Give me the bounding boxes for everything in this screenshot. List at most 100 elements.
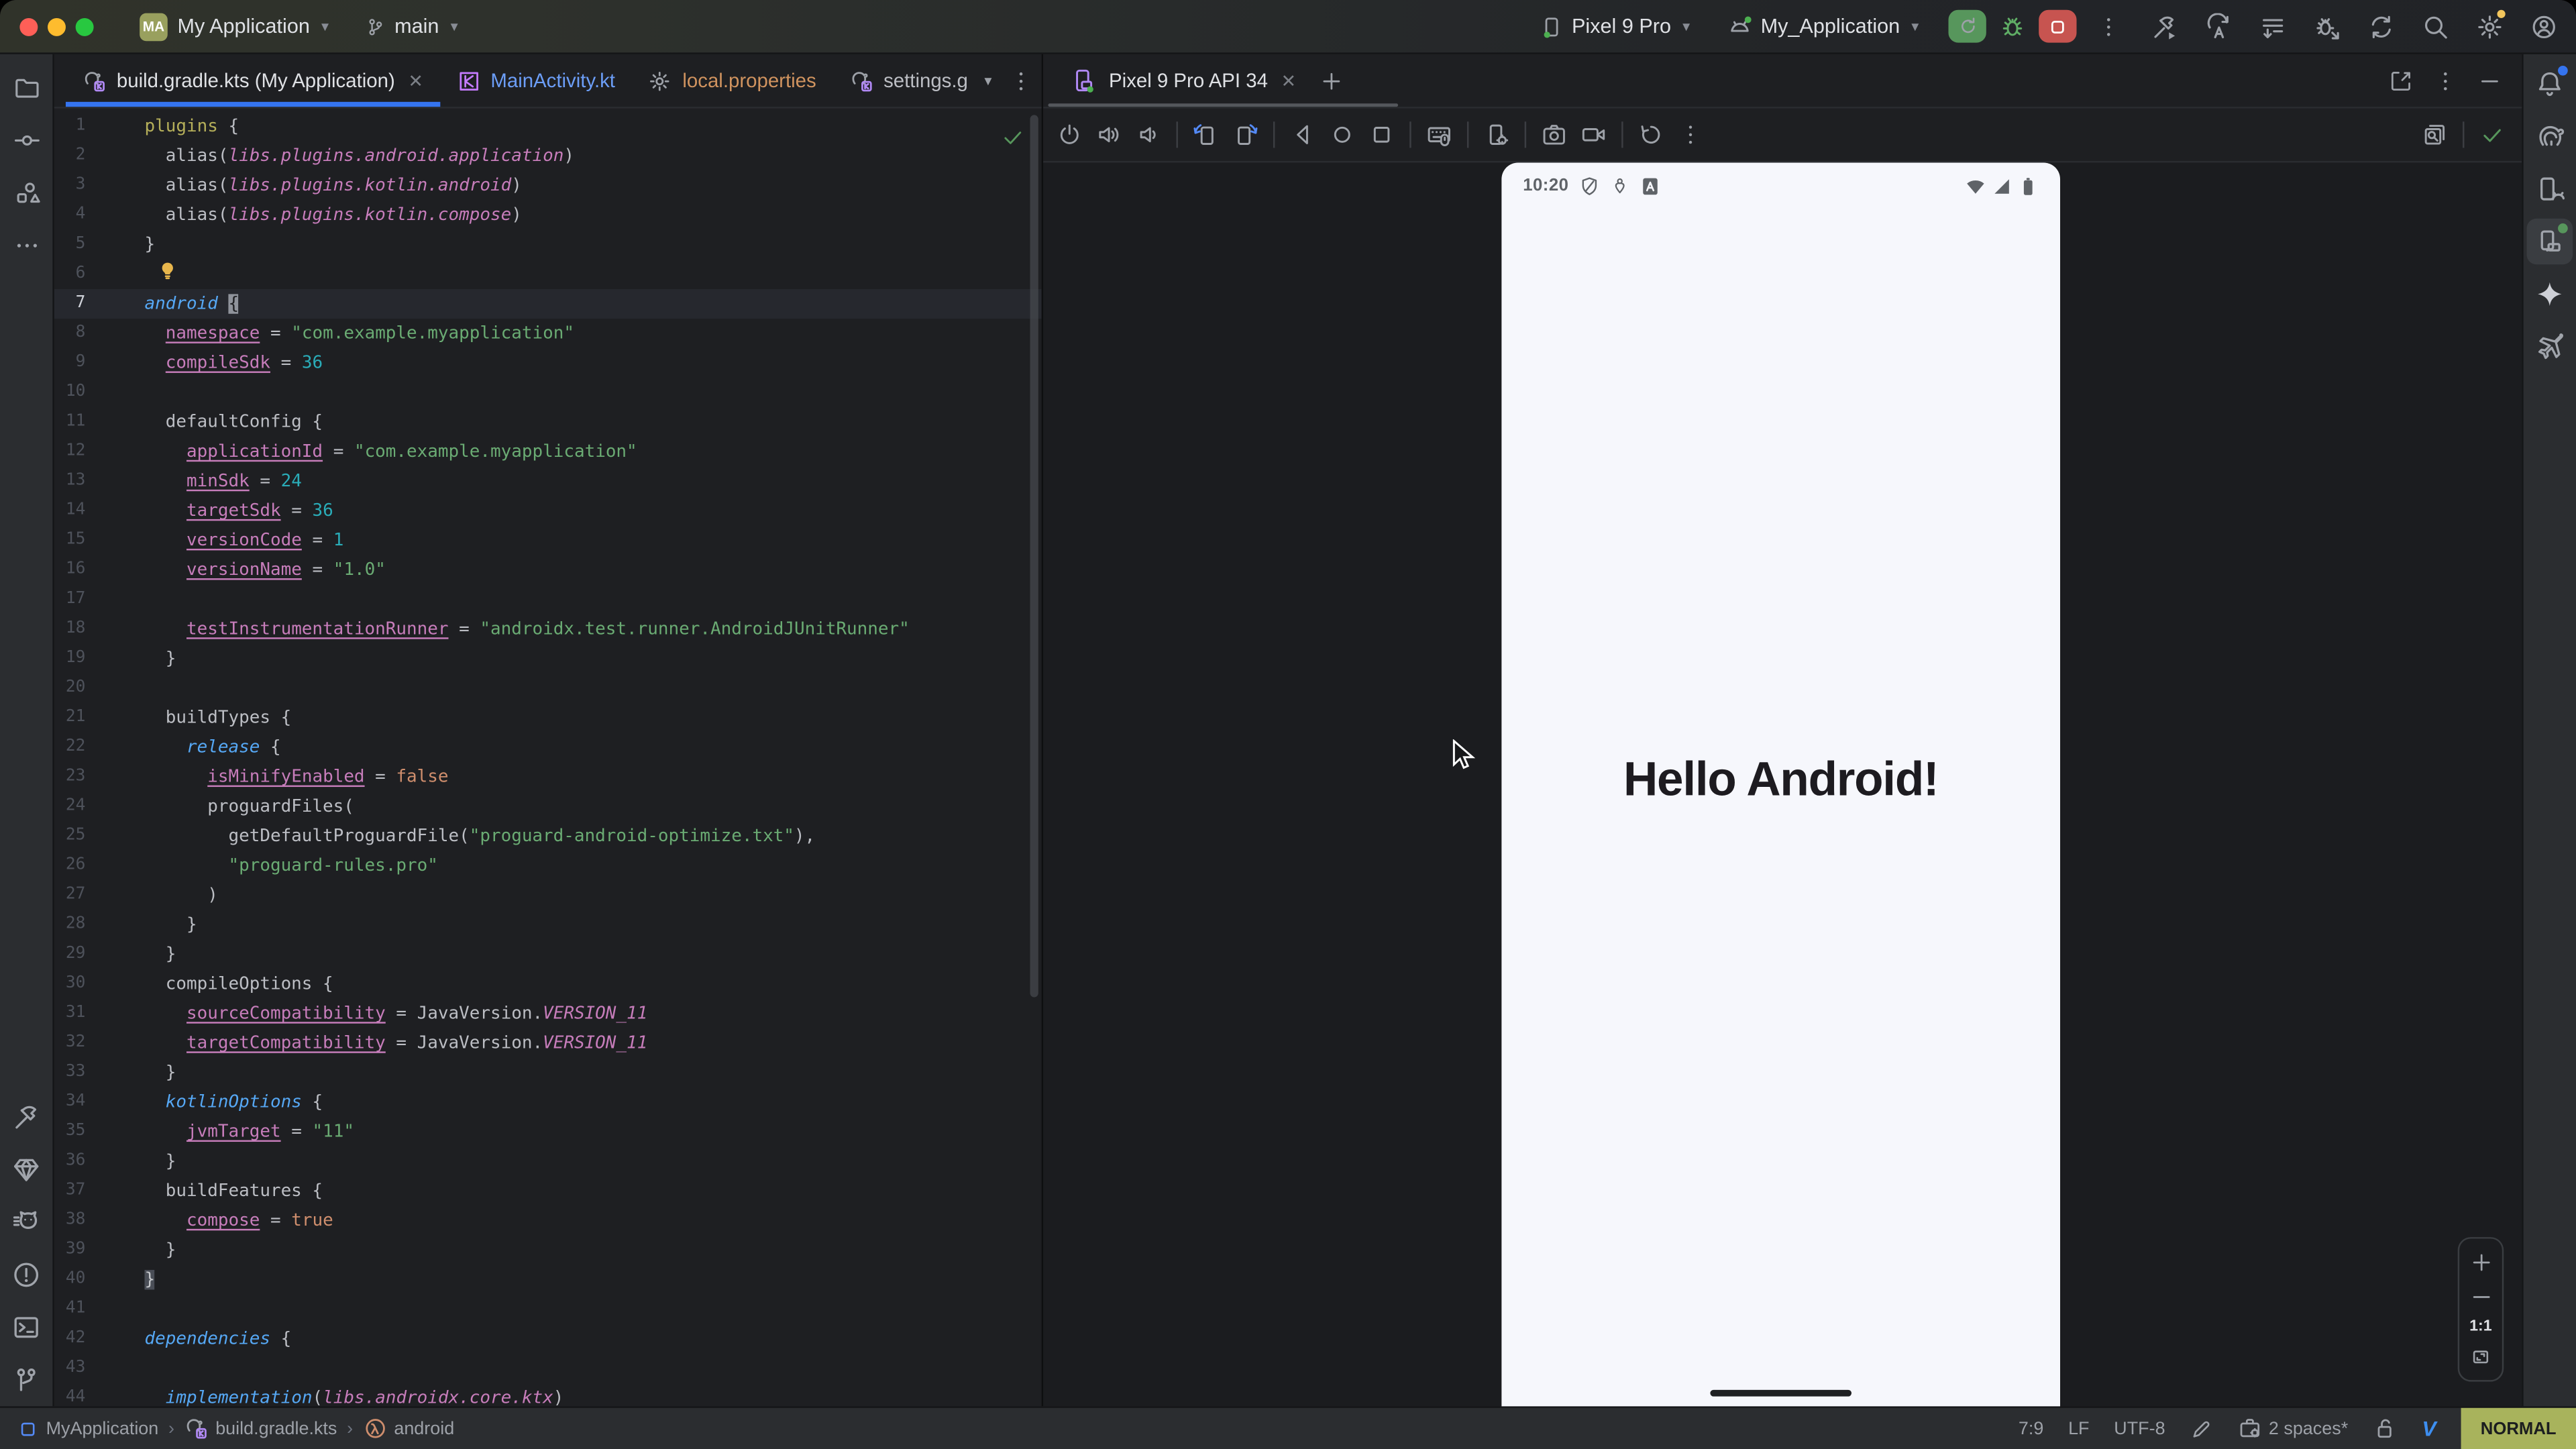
- open-in-window-icon[interactable]: [2389, 68, 2414, 93]
- rotate-right-button[interactable]: [1229, 118, 1262, 151]
- editor-tab-build-gradle-kts-my-application-[interactable]: build.gradle.kts (My Application)✕: [66, 54, 439, 107]
- zoom-out-button[interactable]: [2469, 1284, 2493, 1309]
- code-line-2[interactable]: 2 alias(libs.plugins.android.application…: [54, 142, 1042, 171]
- device-settings-button[interactable]: [1481, 118, 1513, 151]
- volume-up-button[interactable]: [1093, 118, 1126, 151]
- code-line-19[interactable]: 19 }: [54, 644, 1042, 674]
- code-line-10[interactable]: 10: [54, 378, 1042, 407]
- code-line-39[interactable]: 39 }: [54, 1236, 1042, 1265]
- more-tool-button[interactable]: [3, 222, 50, 268]
- apply-code-changes-button[interactable]: [2255, 10, 2288, 43]
- ideavim-icon[interactable]: V: [2422, 1416, 2436, 1441]
- project-folder-tool-button[interactable]: [3, 64, 50, 111]
- more-run-options-button[interactable]: [2096, 14, 2121, 39]
- code-line-42[interactable]: 42dependencies {: [54, 1324, 1042, 1354]
- settings-gear-button[interactable]: [2473, 10, 2506, 43]
- gesture-nav-pill[interactable]: [1710, 1390, 1851, 1397]
- breadcrumb-item[interactable]: android: [363, 1416, 454, 1441]
- tab-options-kebab-icon[interactable]: [1008, 68, 1033, 93]
- code-line-31[interactable]: 31 sourceCompatibility = JavaVersion.VER…: [54, 999, 1042, 1028]
- logcat-tool-button[interactable]: [3, 1199, 50, 1246]
- code-line-36[interactable]: 36 }: [54, 1146, 1042, 1176]
- indent-widget[interactable]: 2 spaces*: [2237, 1416, 2348, 1441]
- encoding-widget[interactable]: UTF-8: [2114, 1419, 2165, 1438]
- build-hammer-button[interactable]: [2147, 10, 2180, 43]
- code-line-34[interactable]: 34 kotlinOptions {: [54, 1087, 1042, 1117]
- code-line-11[interactable]: 11 defaultConfig {: [54, 407, 1042, 437]
- running-devices-tool-button[interactable]: [2527, 219, 2573, 265]
- code-line-28[interactable]: 28 }: [54, 910, 1042, 940]
- back-button[interactable]: [1287, 118, 1320, 151]
- line-separator-widget[interactable]: LF: [2068, 1419, 2089, 1438]
- sync-arrows-button[interactable]: [2364, 10, 2397, 43]
- macos-close-button[interactable]: [19, 17, 38, 36]
- code-line-23[interactable]: 23 isMinifyEnabled = false: [54, 762, 1042, 792]
- attach-debugger-button[interactable]: [2310, 10, 2343, 43]
- screen-record-button[interactable]: [1577, 118, 1610, 151]
- macos-zoom-button[interactable]: [76, 17, 94, 36]
- gemini-sparkle-tool-button[interactable]: [2527, 271, 2573, 317]
- code-line-24[interactable]: 24 proguardFiles(: [54, 792, 1042, 821]
- editor-scrollbar[interactable]: [1030, 115, 1038, 997]
- editor-tab-local-properties[interactable]: local.properties: [631, 54, 833, 107]
- code-line-35[interactable]: 35 jvmTarget = "11": [54, 1117, 1042, 1146]
- device-tab-label[interactable]: Pixel 9 Pro API 34: [1109, 69, 1268, 92]
- overview-button[interactable]: [1365, 118, 1398, 151]
- code-line-30[interactable]: 30 compileOptions {: [54, 969, 1042, 999]
- close-icon[interactable]: ✕: [1281, 70, 1297, 91]
- editor-tab-settings-g[interactable]: settings.g: [833, 54, 984, 107]
- add-device-tab-button[interactable]: [1319, 68, 1344, 93]
- code-line-21[interactable]: 21 buildTypes {: [54, 703, 1042, 733]
- version-control-tool-button[interactable]: [3, 1357, 50, 1403]
- code-line-6[interactable]: 6: [54, 260, 1042, 289]
- hide-panel-icon[interactable]: [2477, 68, 2502, 93]
- code-line-27[interactable]: 27 ): [54, 881, 1042, 910]
- code-line-16[interactable]: 16 versionName = "1.0": [54, 555, 1042, 585]
- macos-minimize-button[interactable]: [48, 17, 66, 36]
- code-line-40[interactable]: 40}: [54, 1265, 1042, 1295]
- zoom-actual-size-button[interactable]: 1:1: [2469, 1318, 2492, 1336]
- debug-button[interactable]: [1999, 13, 2025, 40]
- code-line-1[interactable]: 1plugins {: [54, 112, 1042, 142]
- resource-manager-tool-button[interactable]: [3, 169, 50, 215]
- run-configuration-selector[interactable]: My_Application ▾: [1726, 13, 1922, 40]
- emulator-screen[interactable]: 10:20 Hello Android!: [1501, 162, 2060, 1406]
- home-button[interactable]: [1326, 118, 1358, 151]
- caret-position-widget[interactable]: 7:9: [2019, 1419, 2043, 1438]
- breadcrumb-item[interactable]: build.gradle.kts: [184, 1416, 337, 1441]
- code-line-12[interactable]: 12 applicationId = "com.example.myapplic…: [54, 437, 1042, 466]
- code-line-20[interactable]: 20: [54, 674, 1042, 703]
- power-button[interactable]: [1053, 118, 1086, 151]
- code-line-41[interactable]: 41: [54, 1295, 1042, 1324]
- keyboard-input-button[interactable]: [1423, 118, 1456, 151]
- screen-search-button[interactable]: [2418, 118, 2451, 151]
- tab-scrollbar[interactable]: [1048, 103, 1398, 107]
- notifications-bell-tool-button[interactable]: [2527, 61, 2573, 107]
- screenshot-button[interactable]: [1538, 118, 1570, 151]
- intention-bulb-icon[interactable]: [156, 260, 179, 282]
- airplane-tool-button[interactable]: [2527, 323, 2573, 370]
- code-line-29[interactable]: 29 }: [54, 940, 1042, 969]
- search-everywhere-button[interactable]: [2418, 10, 2451, 43]
- highlighting-pen-icon[interactable]: [2190, 1417, 2212, 1440]
- code-line-9[interactable]: 9 compileSdk = 36: [54, 348, 1042, 378]
- code-line-5[interactable]: 5}: [54, 230, 1042, 260]
- code-line-22[interactable]: 22 release {: [54, 733, 1042, 762]
- zoom-in-button[interactable]: [2469, 1250, 2493, 1275]
- code-line-18[interactable]: 18 testInstrumentationRunner = "androidx…: [54, 614, 1042, 644]
- code-line-3[interactable]: 3 alias(libs.plugins.kotlin.android): [54, 171, 1042, 201]
- vcs-branch-selector[interactable]: main ▾: [365, 15, 462, 38]
- terminal-tool-button[interactable]: [3, 1304, 50, 1350]
- more-vertical-button[interactable]: [1674, 118, 1707, 151]
- commit-tool-button[interactable]: [3, 117, 50, 163]
- vim-mode-badge[interactable]: NORMAL: [2461, 1408, 2576, 1449]
- zoom-fit-button[interactable]: [2469, 1346, 2492, 1368]
- code-line-33[interactable]: 33 }: [54, 1058, 1042, 1087]
- status-check-button[interactable]: [2476, 118, 2509, 151]
- code-line-14[interactable]: 14 targetSdk = 36: [54, 496, 1042, 526]
- editor-tab-mainactivity-kt[interactable]: MainActivity.kt: [439, 54, 631, 107]
- close-tab-icon[interactable]: ✕: [408, 70, 423, 91]
- tab-list-chevron-icon[interactable]: ▾: [984, 72, 991, 90]
- code-line-17[interactable]: 17: [54, 585, 1042, 614]
- code-line-32[interactable]: 32 targetCompatibility = JavaVersion.VER…: [54, 1028, 1042, 1058]
